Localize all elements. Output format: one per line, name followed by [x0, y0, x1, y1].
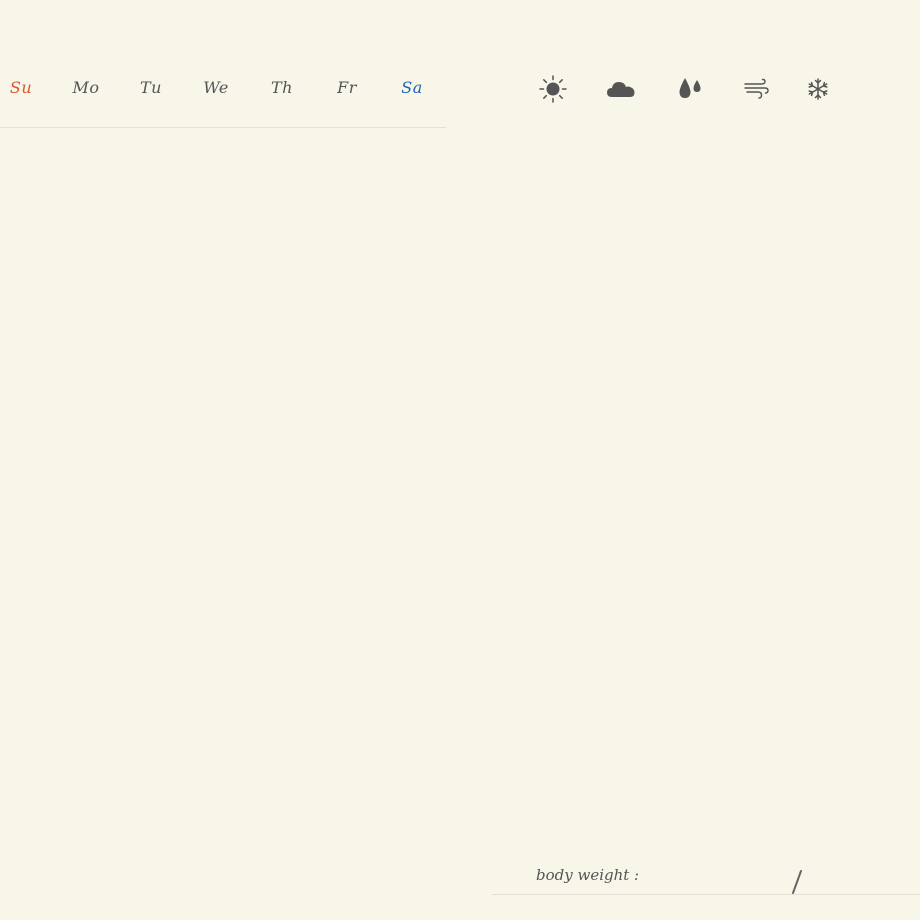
- body-weight-row: body weight :: [492, 860, 920, 896]
- target-weight-input[interactable]: [810, 864, 914, 892]
- day-saturday[interactable]: Sa: [388, 70, 436, 106]
- day-tuesday[interactable]: Tu: [127, 70, 175, 106]
- wind-icon[interactable]: [734, 70, 778, 108]
- day-sunday[interactable]: Su: [0, 70, 45, 106]
- body-weight-underline: [492, 894, 920, 895]
- weather-selector: [530, 70, 850, 108]
- sun-icon[interactable]: [531, 70, 575, 108]
- day-wednesday[interactable]: We: [192, 70, 240, 106]
- weight-separator-slash: [792, 870, 802, 894]
- cloud-icon[interactable]: [599, 70, 643, 108]
- day-thursday[interactable]: Th: [258, 70, 306, 106]
- weekday-selector: Su Mo Tu We Th Fr Sa: [0, 70, 446, 106]
- snowflake-icon[interactable]: [796, 70, 840, 108]
- weekday-divider: [0, 127, 446, 128]
- body-weight-label: body weight :: [536, 866, 640, 884]
- day-friday[interactable]: Fr: [323, 70, 371, 106]
- day-monday[interactable]: Mo: [62, 70, 110, 106]
- rain-drops-icon[interactable]: [668, 70, 712, 108]
- body-weight-input[interactable]: [642, 864, 786, 892]
